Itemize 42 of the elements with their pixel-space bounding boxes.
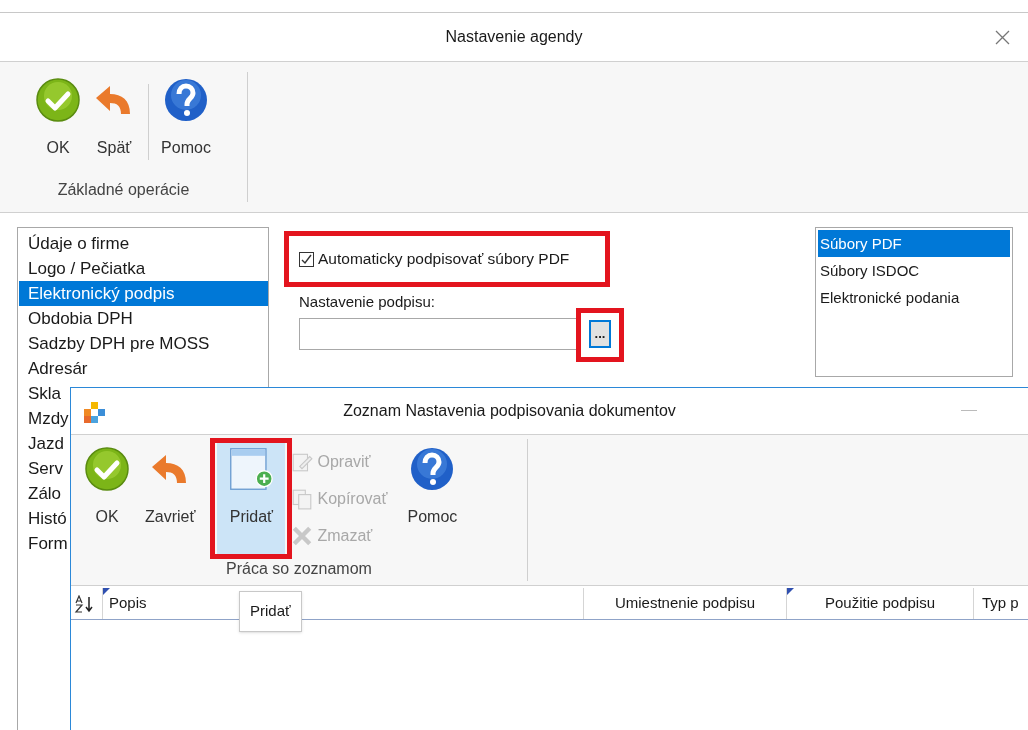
- section-item[interactable]: Elektronický podpis: [19, 281, 268, 306]
- section-item[interactable]: Obdobia DPH: [19, 306, 268, 331]
- browse-button[interactable]: ...: [589, 319, 611, 348]
- add-window-icon: [229, 447, 274, 491]
- group-label: Základné operácie: [57, 180, 190, 200]
- window-title: Zoznam Nastavenia podpisovania dokumentov: [343, 401, 676, 421]
- toolbar-button[interactable]: Pomoc: [155, 74, 217, 166]
- file-type-item[interactable]: Súbory ISDOC: [818, 257, 1010, 284]
- checkbox-label[interactable]: Automaticky podpisovať súbory PDF: [318, 247, 570, 271]
- toolbar-button[interactable]: OK: [30, 74, 87, 166]
- app-logo-icon: [83, 401, 107, 425]
- window-title: Nastavenie agendy: [445, 27, 583, 47]
- tooltip: Pridať: [239, 591, 302, 632]
- toolbar-button[interactable]: Pridať: [217, 443, 286, 555]
- section-item[interactable]: Údaje o firme: [19, 231, 268, 256]
- column-header[interactable]: Použitie podpisu: [786, 588, 973, 619]
- column-label: Použitie podpisu: [824, 593, 936, 614]
- sort-icon[interactable]: [74, 595, 96, 613]
- toolbar-button[interactable]: Späť: [86, 74, 143, 166]
- toolbar-button[interactable]: Pomoc: [401, 443, 464, 535]
- close-icon[interactable]: [995, 30, 1010, 45]
- file-type-item[interactable]: Elektronické podania: [818, 284, 1010, 311]
- check-icon: [85, 447, 129, 491]
- checkbox[interactable]: [299, 251, 314, 267]
- help-icon: [164, 78, 208, 122]
- copy-icon: [291, 487, 314, 510]
- column-label: Popis: [109, 593, 147, 614]
- field-label: Nastavenie podpisu:: [299, 292, 436, 312]
- section-item[interactable]: Logo / Pečiatka: [19, 256, 268, 281]
- toolbar-button[interactable]: OK: [79, 443, 135, 535]
- check-icon: [36, 78, 81, 122]
- file-type-item[interactable]: Súbory PDF: [818, 230, 1010, 257]
- column-header[interactable]: Umiestnenie podpisu: [583, 588, 786, 619]
- column-label: Umiestnenie podpisu: [614, 593, 756, 614]
- section-item[interactable]: Sadzby DPH pre MOSS: [19, 331, 268, 356]
- group-label: Práca so zoznamom: [226, 559, 372, 579]
- toolbar-button[interactable]: Zavrieť: [139, 443, 202, 535]
- column-label: Typ p: [982, 593, 1019, 614]
- section-item[interactable]: Adresár: [19, 356, 268, 381]
- help-icon: [410, 447, 455, 491]
- delete-icon: [291, 524, 314, 547]
- column-header[interactable]: Typ p: [973, 588, 1028, 619]
